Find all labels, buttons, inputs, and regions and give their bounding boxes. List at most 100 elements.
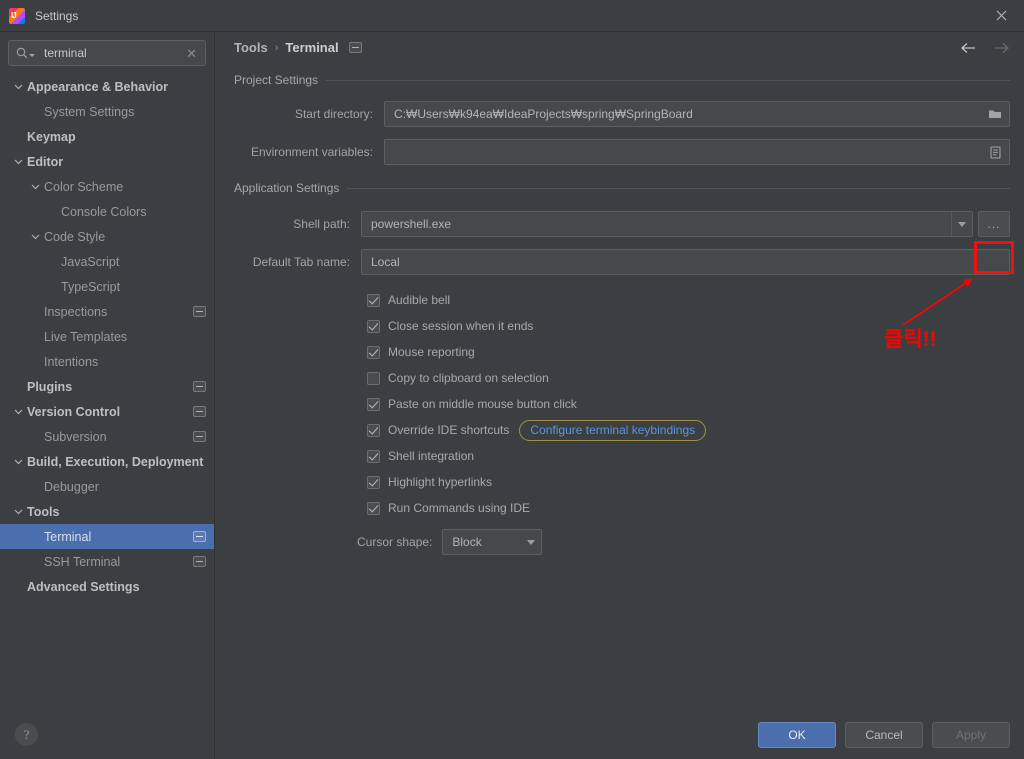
sidebar-item-code-style[interactable]: Code Style xyxy=(0,224,214,249)
cursor-shape-row: Cursor shape: Block xyxy=(357,529,1010,555)
search-input[interactable]: terminal ✕ xyxy=(8,40,206,66)
checkbox-label[interactable]: Close session when it ends xyxy=(388,319,533,333)
sidebar-item-keymap[interactable]: Keymap xyxy=(0,124,214,149)
search-input-value: terminal xyxy=(44,46,184,60)
sidebar-item-label: Code Style xyxy=(44,230,105,244)
sidebar-item-label: Tools xyxy=(27,505,59,519)
application-settings-title: Application Settings xyxy=(234,181,347,195)
configure-terminal-keybindings-link[interactable]: Configure terminal keybindings xyxy=(519,420,706,441)
cursor-shape-label: Cursor shape: xyxy=(357,535,442,549)
checkbox-label[interactable]: Audible bell xyxy=(388,293,450,307)
default-tab-name-input[interactable]: Local xyxy=(361,249,1010,275)
sidebar-item-label: Build, Execution, Deployment xyxy=(27,455,203,469)
sidebar-item-system-settings[interactable]: System Settings xyxy=(0,99,214,124)
dialog-body: terminal ✕ Appearance & Behavior System S… xyxy=(0,31,1024,759)
breadcrumb-current: Terminal xyxy=(285,40,338,55)
checkbox-label[interactable]: Copy to clipboard on selection xyxy=(388,371,549,385)
clear-icon[interactable]: ✕ xyxy=(184,47,199,60)
checkbox-label[interactable]: Run Commands using IDE xyxy=(388,501,530,515)
checkbox-label[interactable]: Paste on middle mouse button click xyxy=(388,397,577,411)
checkbox-highlight-hyperlinks[interactable] xyxy=(367,476,380,489)
checkbox-mouse-reporting[interactable] xyxy=(367,346,380,359)
sidebar-item-label: Plugins xyxy=(27,380,72,394)
search-area: terminal ✕ xyxy=(0,32,214,72)
sidebar-item-debugger[interactable]: Debugger xyxy=(0,474,214,499)
default-tab-name-value: Local xyxy=(371,255,1000,269)
intellij-idea-icon xyxy=(9,8,25,24)
sidebar-item-appearance-behavior[interactable]: Appearance & Behavior xyxy=(0,74,214,99)
checkbox-label[interactable]: Override IDE shortcuts xyxy=(388,423,509,437)
sidebar-item-label: System Settings xyxy=(44,105,134,119)
tree-spacer xyxy=(29,555,42,568)
sidebar-item-javascript[interactable]: JavaScript xyxy=(0,249,214,274)
application-settings-group-header: Application Settings xyxy=(234,177,1010,199)
sidebar-item-intentions[interactable]: Intentions xyxy=(0,349,214,374)
cursor-shape-combobox[interactable]: Block xyxy=(442,529,542,555)
chevron-down-icon[interactable] xyxy=(951,212,972,236)
sidebar-item-editor[interactable]: Editor xyxy=(0,149,214,174)
checkbox-shell-integration[interactable] xyxy=(367,450,380,463)
checkbox-override-ide-shortcuts[interactable] xyxy=(367,424,380,437)
chevron-down-icon[interactable] xyxy=(12,155,25,168)
chevron-down-icon[interactable] xyxy=(12,80,25,93)
close-icon[interactable] xyxy=(978,0,1024,31)
checkbox-label[interactable]: Highlight hyperlinks xyxy=(388,475,492,489)
arrow-left-icon[interactable] xyxy=(960,40,976,56)
checkbox-audible-bell[interactable] xyxy=(367,294,380,307)
checkbox-label[interactable]: Mouse reporting xyxy=(388,345,475,359)
search-filter-caret-icon[interactable] xyxy=(29,54,35,57)
sidebar-item-label: Terminal xyxy=(44,530,91,544)
default-tab-name-label: Default Tab name: xyxy=(234,255,361,269)
sidebar-item-version-control[interactable]: Version Control xyxy=(0,399,214,424)
checkbox-paste-on-middle-mouse-button-click[interactable] xyxy=(367,398,380,411)
checkbox-run-commands-using-ide[interactable] xyxy=(367,502,380,515)
tree-spacer xyxy=(46,205,59,218)
project-scope-icon xyxy=(349,42,362,53)
start-directory-input[interactable]: C:₩Users₩k94ea₩IdeaProjects₩spring₩Sprin… xyxy=(384,101,1010,127)
sidebar-item-build-execution-deployment[interactable]: Build, Execution, Deployment xyxy=(0,449,214,474)
list-icon[interactable] xyxy=(981,140,1009,164)
start-directory-label: Start directory: xyxy=(234,107,384,121)
sidebar-item-tools[interactable]: Tools xyxy=(0,499,214,524)
sidebar-item-ssh-terminal[interactable]: SSH Terminal xyxy=(0,549,214,574)
chevron-down-icon[interactable] xyxy=(12,405,25,418)
breadcrumb-parent[interactable]: Tools xyxy=(234,40,268,55)
checkbox-label[interactable]: Shell integration xyxy=(388,449,474,463)
project-scope-icon xyxy=(193,406,206,417)
sidebar-item-color-scheme[interactable]: Color Scheme xyxy=(0,174,214,199)
tree-spacer xyxy=(29,530,42,543)
sidebar-item-advanced-settings[interactable]: Advanced Settings xyxy=(0,574,214,599)
shell-path-combobox[interactable]: powershell.exe xyxy=(361,211,973,237)
sidebar-item-console-colors[interactable]: Console Colors xyxy=(0,199,214,224)
chevron-down-icon[interactable] xyxy=(29,180,42,193)
arrow-right-icon[interactable] xyxy=(994,40,1010,56)
sidebar-item-typescript[interactable]: TypeScript xyxy=(0,274,214,299)
checkbox-close-session-when-it-ends[interactable] xyxy=(367,320,380,333)
chevron-down-icon[interactable] xyxy=(29,230,42,243)
chevron-down-icon[interactable] xyxy=(520,530,541,554)
sidebar-item-plugins[interactable]: Plugins xyxy=(0,374,214,399)
chevron-down-icon[interactable] xyxy=(12,505,25,518)
annotation-label: 클릭!! xyxy=(884,323,937,353)
help-area: ? xyxy=(0,710,214,759)
shell-path-row: Shell path: powershell.exe ... xyxy=(234,211,1010,237)
ok-button[interactable]: OK xyxy=(758,722,836,748)
cursor-shape-value: Block xyxy=(452,535,520,549)
folder-icon[interactable] xyxy=(981,102,1009,126)
help-button[interactable]: ? xyxy=(15,723,38,746)
tree-spacer xyxy=(12,130,25,143)
tree-spacer xyxy=(29,330,42,343)
environment-variables-input[interactable] xyxy=(384,139,1010,165)
sidebar-item-terminal[interactable]: Terminal xyxy=(0,524,214,549)
cancel-button[interactable]: Cancel xyxy=(845,722,923,748)
checkbox-copy-to-clipboard-on-selection[interactable] xyxy=(367,372,380,385)
sidebar-item-inspections[interactable]: Inspections xyxy=(0,299,214,324)
chevron-down-icon[interactable] xyxy=(12,455,25,468)
apply-button[interactable]: Apply xyxy=(932,722,1010,748)
shell-path-label: Shell path: xyxy=(234,217,361,231)
sidebar-item-subversion[interactable]: Subversion xyxy=(0,424,214,449)
shell-path-value: powershell.exe xyxy=(371,217,951,231)
browse-button[interactable]: ... xyxy=(978,211,1010,237)
sidebar-item-live-templates[interactable]: Live Templates xyxy=(0,324,214,349)
sidebar-item-label: Debugger xyxy=(44,480,99,494)
